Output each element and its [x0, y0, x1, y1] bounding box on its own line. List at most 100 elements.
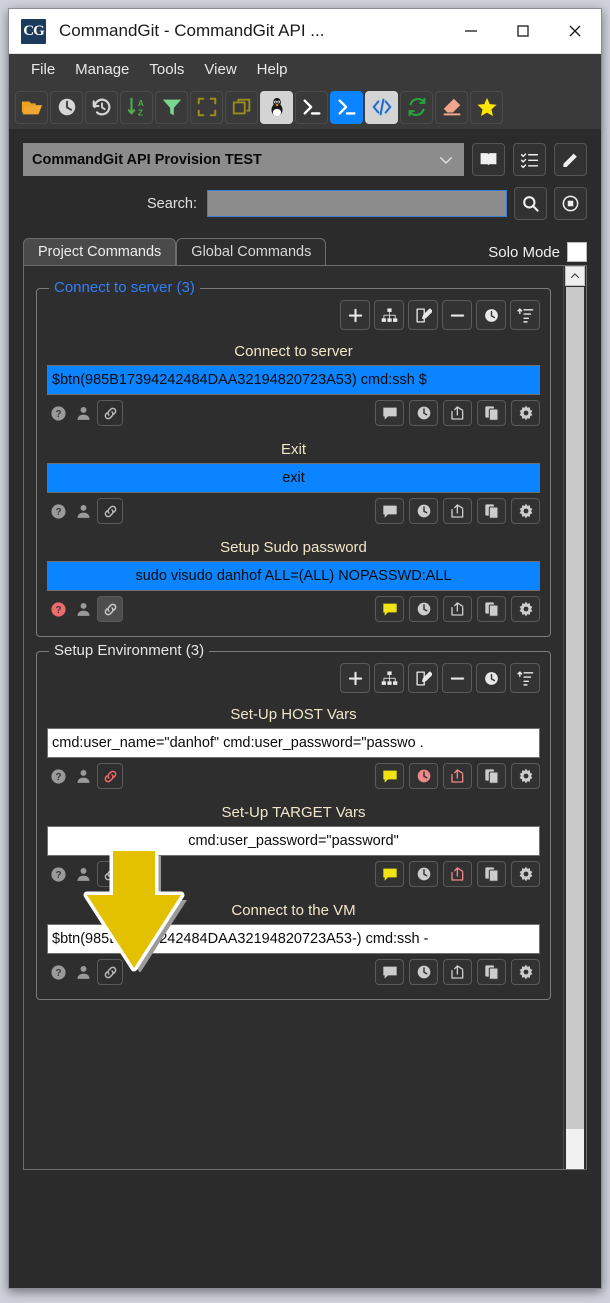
gear-icon[interactable]: [511, 959, 540, 985]
link-icon[interactable]: [97, 861, 123, 887]
comment-icon[interactable]: [375, 498, 404, 524]
solo-mode-checkbox[interactable]: [567, 242, 587, 262]
user-icon[interactable]: [72, 598, 94, 620]
edit-icon[interactable]: [408, 300, 438, 330]
copy-icon[interactable]: [477, 959, 506, 985]
remove-icon[interactable]: [442, 300, 472, 330]
share-icon[interactable]: [443, 596, 472, 622]
sort-az-icon[interactable]: AZ: [120, 90, 153, 124]
tab-global-commands[interactable]: Global Commands: [176, 238, 327, 265]
copy-icon[interactable]: [477, 596, 506, 622]
gear-icon[interactable]: [511, 861, 540, 887]
clock-icon[interactable]: [409, 596, 438, 622]
command-value[interactable]: cmd:user_name="danhof" cmd:user_password…: [47, 728, 540, 758]
comment-icon[interactable]: [375, 763, 404, 789]
copy-icon[interactable]: [477, 763, 506, 789]
record-icon[interactable]: [554, 187, 587, 220]
copy-windows-icon[interactable]: [225, 90, 258, 124]
checklist-icon[interactable]: [513, 143, 546, 176]
scrollbar-track[interactable]: [566, 1129, 584, 1169]
add-icon[interactable]: [340, 663, 370, 693]
gear-icon[interactable]: [511, 498, 540, 524]
clock-icon[interactable]: [409, 959, 438, 985]
minimize-button[interactable]: [445, 9, 497, 53]
link-icon[interactable]: [97, 400, 123, 426]
user-icon[interactable]: [72, 402, 94, 424]
command-value[interactable]: exit: [47, 463, 540, 493]
chevron-up-icon[interactable]: [565, 266, 585, 286]
linux-penguin-icon[interactable]: [260, 90, 293, 124]
eraser-icon[interactable]: [435, 90, 468, 124]
help-icon[interactable]: ?: [47, 961, 69, 983]
powershell-icon[interactable]: [330, 90, 363, 124]
project-combobox[interactable]: CommandGit API Provision TEST: [23, 143, 464, 176]
share-icon[interactable]: [443, 959, 472, 985]
tree-icon[interactable]: [374, 300, 404, 330]
clock-icon[interactable]: [476, 300, 506, 330]
command-value[interactable]: $btn(985B17394242484DAA32194820723A53) c…: [47, 365, 540, 395]
clock-icon[interactable]: [409, 861, 438, 887]
tab-project-commands[interactable]: Project Commands: [23, 238, 177, 265]
help-icon[interactable]: ?: [47, 402, 69, 424]
filter-icon[interactable]: [155, 90, 188, 124]
sort-icon[interactable]: [510, 300, 540, 330]
remove-icon[interactable]: [442, 663, 472, 693]
share-icon[interactable]: [443, 400, 472, 426]
book-icon[interactable]: [472, 143, 505, 176]
comment-icon[interactable]: [375, 596, 404, 622]
refresh-icon[interactable]: [400, 90, 433, 124]
comment-icon[interactable]: [375, 400, 404, 426]
share-icon[interactable]: [443, 498, 472, 524]
menu-manage[interactable]: Manage: [65, 58, 139, 81]
search-input[interactable]: [207, 190, 507, 217]
help-icon[interactable]: ?: [47, 765, 69, 787]
clock-icon[interactable]: [409, 763, 438, 789]
gear-icon[interactable]: [511, 596, 540, 622]
clock-icon[interactable]: [409, 400, 438, 426]
menu-tools[interactable]: Tools: [139, 58, 194, 81]
favorite-star-icon[interactable]: [470, 90, 503, 124]
clock-icon[interactable]: [409, 498, 438, 524]
solo-mode-control[interactable]: Solo Mode: [488, 242, 587, 262]
copy-icon[interactable]: [477, 400, 506, 426]
scrollbar-thumb[interactable]: [566, 287, 584, 1129]
close-button[interactable]: [549, 9, 601, 53]
gear-icon[interactable]: [511, 763, 540, 789]
menu-view[interactable]: View: [194, 58, 246, 81]
maximize-button[interactable]: [497, 9, 549, 53]
user-icon[interactable]: [72, 765, 94, 787]
command-value[interactable]: sudo visudo danhof ALL=(ALL) NOPASSWD:AL…: [47, 561, 540, 591]
help-icon[interactable]: ?: [47, 598, 69, 620]
open-folder-icon[interactable]: [15, 90, 48, 124]
clock-icon[interactable]: [50, 90, 83, 124]
menu-help[interactable]: Help: [247, 58, 298, 81]
user-icon[interactable]: [72, 500, 94, 522]
share-icon[interactable]: [443, 763, 472, 789]
link-icon[interactable]: [97, 959, 123, 985]
user-icon[interactable]: [72, 863, 94, 885]
command-value[interactable]: cmd:user_password="password": [47, 826, 540, 856]
terminal-icon[interactable]: [295, 90, 328, 124]
history-icon[interactable]: [85, 90, 118, 124]
comment-icon[interactable]: [375, 861, 404, 887]
edit-icon[interactable]: [408, 663, 438, 693]
pencil-icon[interactable]: [554, 143, 587, 176]
help-icon[interactable]: ?: [47, 863, 69, 885]
code-icon[interactable]: [365, 90, 398, 124]
tree-icon[interactable]: [374, 663, 404, 693]
command-value[interactable]: $btn(985B17394242484DAA32194820723A53-) …: [47, 924, 540, 954]
copy-icon[interactable]: [477, 498, 506, 524]
help-icon[interactable]: ?: [47, 500, 69, 522]
clock-icon[interactable]: [476, 663, 506, 693]
add-icon[interactable]: [340, 300, 370, 330]
sort-icon[interactable]: [510, 663, 540, 693]
gear-icon[interactable]: [511, 400, 540, 426]
link-icon[interactable]: [97, 498, 123, 524]
fullscreen-icon[interactable]: [190, 90, 223, 124]
share-icon[interactable]: [443, 861, 472, 887]
link-icon[interactable]: [97, 596, 123, 622]
menu-file[interactable]: File: [21, 58, 65, 81]
search-icon[interactable]: [514, 187, 547, 220]
vertical-scrollbar[interactable]: [563, 266, 586, 1169]
comment-icon[interactable]: [375, 959, 404, 985]
